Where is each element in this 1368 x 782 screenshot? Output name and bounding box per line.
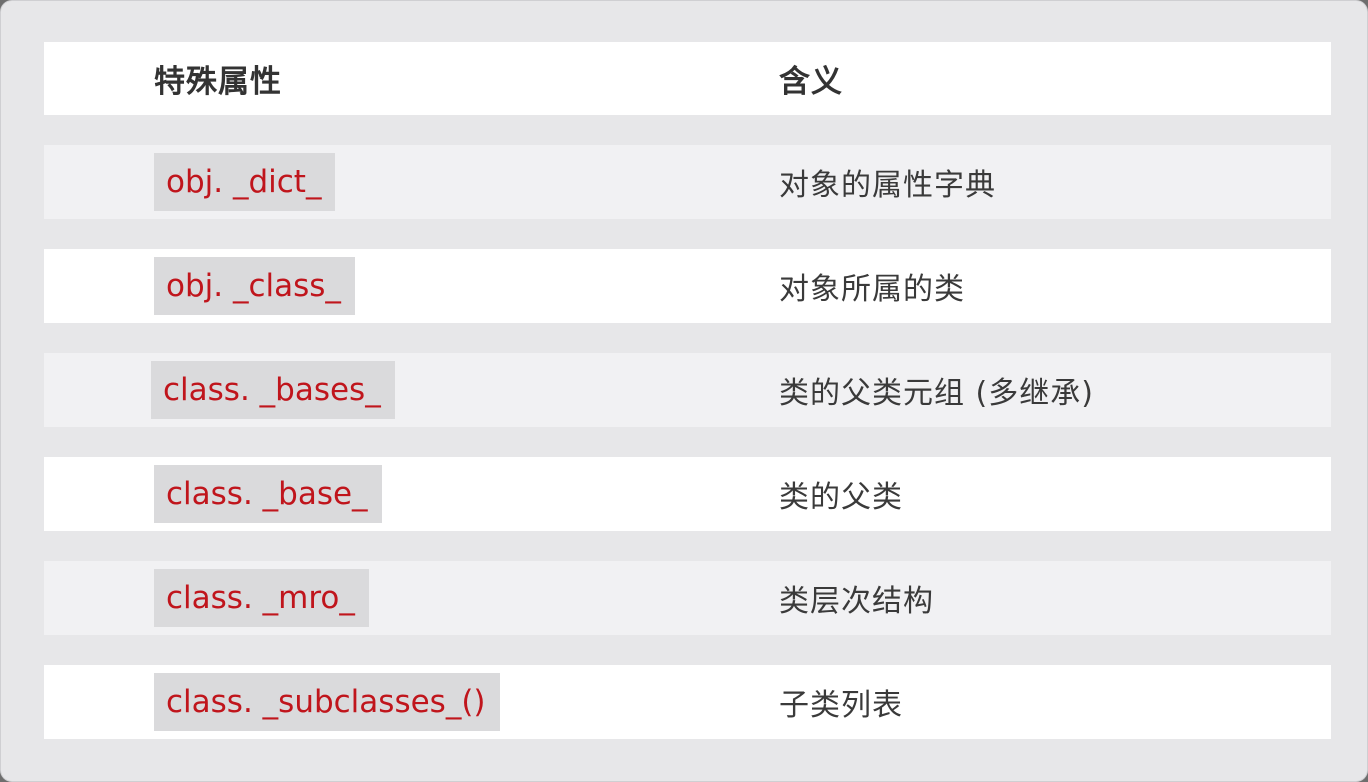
meaning-cell: 子类列表 [779,665,903,739]
header-cell-attribute: 特殊属性 [154,42,282,115]
header-cell-meaning: 含义 [779,42,843,115]
table-row: class. _subclasses_() 子类列表 [44,665,1331,739]
attribute-cell: class. _mro_ [154,561,369,635]
attribute-code: class. _base_ [154,465,382,523]
attribute-code: obj. _dict_ [154,153,336,211]
header-attribute-label: 特殊属性 [154,64,282,100]
meaning-cell: 对象所属的类 [779,249,965,323]
attribute-code: class. _subclasses_() [154,673,500,731]
attribute-cell: class. _base_ [154,457,382,531]
table-header-row: 特殊属性 含义 [44,42,1331,115]
meaning-text: 子类列表 [779,688,903,723]
attribute-code: class. _mro_ [154,569,369,627]
table-row: class. _base_ 类的父类 [44,457,1331,531]
table-row: class. _mro_ 类层次结构 [44,561,1331,635]
attribute-cell: obj. _class_ [154,249,355,323]
meaning-text: 类的父类元组 (多继承) [779,376,1094,411]
meaning-text: 对象的属性字典 [779,168,996,203]
meaning-text: 类层次结构 [779,584,934,619]
meaning-text: 类的父类 [779,480,903,515]
attribute-code: obj. _class_ [154,257,355,315]
table-row: class. _bases_ 类的父类元组 (多继承) [44,353,1331,427]
attribute-code: class. _bases_ [151,361,395,419]
meaning-cell: 类的父类 [779,457,903,531]
header-meaning-label: 含义 [779,64,843,100]
special-attributes-table: 特殊属性 含义 obj. _dict_ 对象的属性字典 obj. _class_… [44,42,1331,739]
slide-frame: 特殊属性 含义 obj. _dict_ 对象的属性字典 obj. _class_… [0,0,1368,782]
meaning-cell: 类层次结构 [779,561,934,635]
attribute-cell: class. _subclasses_() [154,665,500,739]
meaning-text: 对象所属的类 [779,272,965,307]
meaning-cell: 类的父类元组 (多继承) [779,353,1094,427]
table-row: obj. _class_ 对象所属的类 [44,249,1331,323]
table-row: obj. _dict_ 对象的属性字典 [44,145,1331,219]
attribute-cell: obj. _dict_ [154,145,336,219]
meaning-cell: 对象的属性字典 [779,145,996,219]
attribute-cell: class. _bases_ [151,353,395,427]
